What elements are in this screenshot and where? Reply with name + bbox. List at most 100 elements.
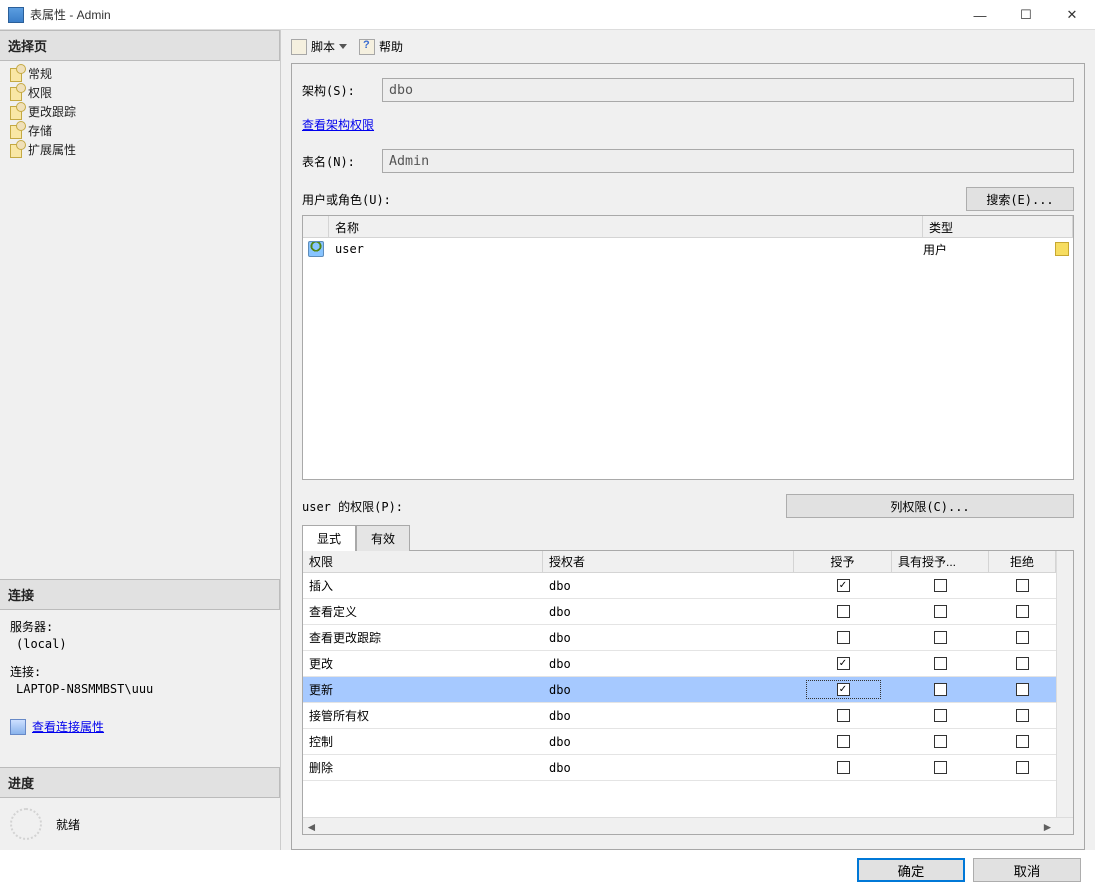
checkbox[interactable]: [1016, 579, 1029, 592]
col-grantor-header[interactable]: 授权者: [543, 551, 794, 572]
view-schema-perms-link[interactable]: 查看架构权限: [302, 118, 374, 132]
toolbar: 脚本 帮助: [281, 30, 1095, 63]
checkbox[interactable]: ✓: [837, 579, 850, 592]
page-icon: [8, 66, 24, 82]
sidebar-item[interactable]: 更改跟踪: [5, 102, 275, 121]
checkbox[interactable]: [934, 709, 947, 722]
edit-icon[interactable]: [1055, 242, 1069, 256]
permissions-grid[interactable]: 权限 授权者 授予 具有授予... 拒绝 插入dbo✓查看定义dbo查看更改跟踪…: [302, 550, 1074, 835]
connection-label: 连接:: [10, 661, 270, 682]
checkbox[interactable]: [1016, 657, 1029, 670]
sidebar-item-label: 存储: [28, 122, 52, 139]
col-grant-header[interactable]: 授予: [794, 551, 892, 572]
server-label: 服务器:: [10, 616, 270, 637]
connection-value: LAPTOP-N8SMMBST\uuu: [10, 682, 270, 706]
connection-props-icon: [10, 719, 26, 735]
checkbox[interactable]: [1016, 683, 1029, 696]
tablename-input: [382, 149, 1074, 173]
table-row[interactable]: 查看更改跟踪dbo: [303, 625, 1056, 651]
sidebar-item[interactable]: 扩展属性: [5, 140, 275, 159]
col-name-header[interactable]: 名称: [329, 216, 923, 237]
table-row[interactable]: 更新dbo✓: [303, 677, 1056, 703]
page-icon: [8, 142, 24, 158]
sidebar-item[interactable]: 常规: [5, 64, 275, 83]
table-row[interactable]: 更改dbo✓: [303, 651, 1056, 677]
horizontal-scrollbar[interactable]: ◄ ►: [303, 817, 1073, 834]
user-icon: [308, 241, 324, 257]
select-page-header: 选择页: [0, 30, 280, 61]
checkbox[interactable]: ✓: [837, 683, 850, 696]
sidebar-item-label: 更改跟踪: [28, 103, 76, 120]
scroll-left-icon[interactable]: ◄: [303, 818, 320, 835]
table-row[interactable]: user用户: [303, 238, 1073, 260]
checkbox[interactable]: [934, 683, 947, 696]
schema-label: 架构(S):: [302, 82, 382, 99]
close-button[interactable]: ✕: [1049, 0, 1095, 30]
col-deny-header[interactable]: 拒绝: [989, 551, 1056, 572]
app-icon: [8, 7, 24, 23]
table-row[interactable]: 接管所有权dbo: [303, 703, 1056, 729]
checkbox[interactable]: [1016, 761, 1029, 774]
chevron-down-icon: [339, 44, 347, 49]
checkbox[interactable]: [1016, 605, 1029, 618]
schema-input: [382, 78, 1074, 102]
checkbox[interactable]: [934, 657, 947, 670]
checkbox[interactable]: [934, 735, 947, 748]
checkbox[interactable]: [837, 709, 850, 722]
window-title: 表属性 - Admin: [30, 6, 957, 23]
col-permission-header[interactable]: 权限: [303, 551, 543, 572]
checkbox[interactable]: [1016, 735, 1029, 748]
titlebar: 表属性 - Admin — ☐ ✕: [0, 0, 1095, 30]
tablename-label: 表名(N):: [302, 153, 382, 170]
vertical-scrollbar[interactable]: [1056, 551, 1073, 817]
page-icon: [8, 104, 24, 120]
table-row[interactable]: 控制dbo: [303, 729, 1056, 755]
sidebar: 选择页 常规权限更改跟踪存储扩展属性 连接 服务器: (local) 连接: L…: [0, 30, 281, 850]
progress-status: 就绪: [56, 816, 80, 833]
script-icon: [291, 39, 307, 55]
cancel-button[interactable]: 取消: [973, 858, 1081, 882]
checkbox[interactable]: ✓: [837, 657, 850, 670]
checkbox[interactable]: [934, 579, 947, 592]
help-button[interactable]: 帮助: [359, 38, 403, 55]
search-button[interactable]: 搜索(E)...: [966, 187, 1074, 211]
script-button[interactable]: 脚本: [291, 38, 347, 55]
tab-explicit[interactable]: 显式: [302, 525, 356, 551]
checkbox[interactable]: [837, 735, 850, 748]
checkbox[interactable]: [1016, 631, 1029, 644]
scroll-right-icon[interactable]: ►: [1039, 818, 1056, 835]
tab-effective[interactable]: 有效: [356, 525, 410, 551]
view-connection-props-link[interactable]: 查看连接属性: [32, 718, 104, 735]
content-pane: 脚本 帮助 架构(S): 查看架构权限 表名(N): 用户或角色(U):: [281, 30, 1095, 850]
col-type-header[interactable]: 类型: [923, 216, 1073, 237]
sidebar-item[interactable]: 权限: [5, 83, 275, 102]
checkbox[interactable]: [934, 605, 947, 618]
column-perms-button[interactable]: 列权限(C)...: [786, 494, 1074, 518]
connection-header: 连接: [0, 579, 280, 610]
help-icon: [359, 39, 375, 55]
table-row[interactable]: 删除dbo: [303, 755, 1056, 781]
server-value: (local): [10, 637, 270, 661]
progress-header: 进度: [0, 767, 280, 798]
checkbox[interactable]: [934, 761, 947, 774]
page-icon: [8, 85, 24, 101]
users-label: 用户或角色(U):: [302, 191, 966, 208]
users-grid[interactable]: 名称 类型 user用户: [302, 215, 1074, 480]
checkbox[interactable]: [934, 631, 947, 644]
minimize-button[interactable]: —: [957, 0, 1003, 30]
checkbox[interactable]: [837, 605, 850, 618]
table-row[interactable]: 插入dbo✓: [303, 573, 1056, 599]
progress-ring-icon: [10, 808, 42, 840]
col-withgrant-header[interactable]: 具有授予...: [892, 551, 989, 572]
ok-button[interactable]: 确定: [857, 858, 965, 882]
checkbox[interactable]: [837, 631, 850, 644]
table-row[interactable]: 查看定义dbo: [303, 599, 1056, 625]
sidebar-item-label: 权限: [28, 84, 52, 101]
checkbox[interactable]: [837, 761, 850, 774]
checkbox[interactable]: [1016, 709, 1029, 722]
page-icon: [8, 123, 24, 139]
sidebar-item[interactable]: 存储: [5, 121, 275, 140]
sidebar-item-label: 常规: [28, 65, 52, 82]
maximize-button[interactable]: ☐: [1003, 0, 1049, 30]
perms-label: user 的权限(P):: [302, 498, 786, 515]
